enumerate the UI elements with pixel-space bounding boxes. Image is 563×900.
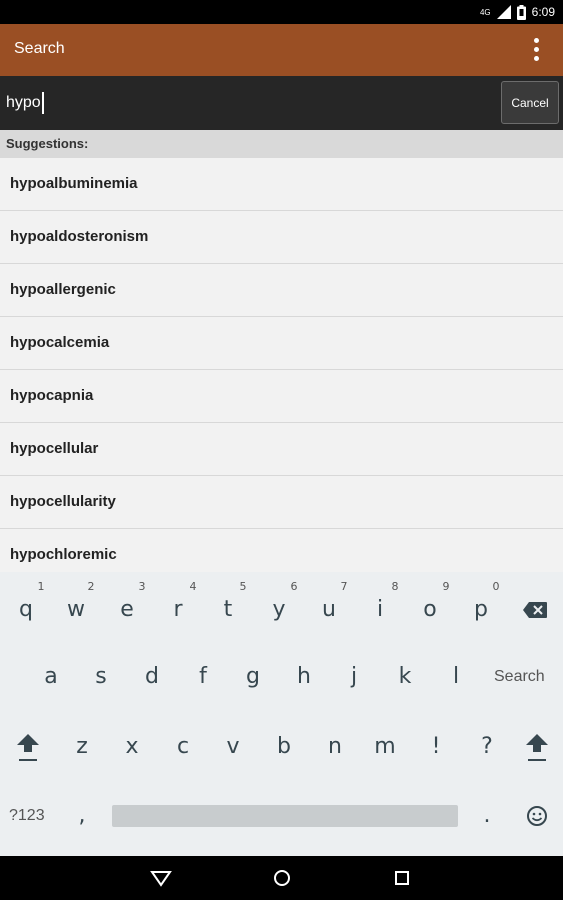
key-hint: 7 (340, 580, 348, 593)
symbols-key[interactable]: ?123 (9, 807, 45, 825)
key-hint: 2 (87, 580, 95, 593)
home-icon[interactable] (270, 866, 294, 890)
text-caret (41, 92, 44, 114)
shift-right-icon[interactable] (517, 718, 557, 776)
key-period[interactable]: . (467, 787, 507, 845)
emoji-icon[interactable] (517, 787, 557, 845)
key-hint: 5 (239, 580, 247, 593)
network-type: 4G (479, 7, 491, 17)
suggestion-item[interactable]: hypoalbuminemia (0, 158, 563, 211)
key-x[interactable]: x (112, 718, 152, 776)
key-f[interactable]: f (183, 648, 223, 706)
navigation-bar (0, 856, 563, 900)
search-action-key[interactable]: Search (494, 668, 545, 686)
page-title: Search (14, 40, 65, 57)
suggestion-item[interactable]: hypocalcemia (0, 317, 563, 370)
key-question[interactable]: ? (467, 718, 507, 776)
key-b[interactable]: b (264, 718, 304, 776)
key-hint: 6 (290, 580, 298, 593)
status-bar: 4G 6:09 (0, 0, 563, 24)
key-d[interactable]: d (132, 648, 172, 706)
key-s[interactable]: s (81, 648, 121, 706)
search-input[interactable]: hypo (6, 89, 486, 117)
key-m[interactable]: m (365, 718, 405, 776)
spacebar[interactable] (112, 805, 458, 827)
soft-keyboard: q w e r t y u i o p 1 2 3 4 5 6 7 8 9 0 … (0, 572, 563, 856)
key-v[interactable]: v (213, 718, 253, 776)
signal-icon (496, 5, 511, 19)
key-j[interactable]: j (334, 648, 374, 706)
key-comma[interactable]: , (62, 787, 102, 845)
suggestions-list: hypoalbuminemia hypoaldosteronism hypoal… (0, 158, 563, 572)
key-n[interactable]: n (315, 718, 355, 776)
battery-icon (516, 4, 526, 20)
status-icons: 4G 6:09 (480, 3, 555, 21)
key-hint: 0 (492, 580, 500, 593)
clock: 6:09 (531, 5, 555, 19)
search-input-value: hypo (6, 94, 41, 111)
key-exclamation[interactable]: ! (416, 718, 456, 776)
key-hint: 4 (189, 580, 197, 593)
key-h[interactable]: h (284, 648, 324, 706)
suggestion-item[interactable]: hypocellularity (0, 476, 563, 529)
suggestion-item[interactable]: hypocellular (0, 423, 563, 476)
key-a[interactable]: a (31, 648, 71, 706)
suggestion-item[interactable]: hypocapnia (0, 370, 563, 423)
key-g[interactable]: g (233, 648, 273, 706)
app-bar: Search (0, 24, 563, 76)
key-z[interactable]: z (62, 718, 102, 776)
key-hint: 3 (138, 580, 146, 593)
suggestion-item[interactable]: hypoallergenic (0, 264, 563, 317)
shift-left-icon[interactable] (8, 718, 48, 776)
key-hint: 8 (391, 580, 399, 593)
key-hint: 9 (442, 580, 450, 593)
overflow-menu-icon[interactable] (529, 36, 543, 64)
key-l[interactable]: l (436, 648, 476, 706)
back-icon[interactable] (149, 866, 173, 890)
suggestion-item[interactable]: hypoaldosteronism (0, 211, 563, 264)
key-hint: 1 (37, 580, 45, 593)
key-k[interactable]: k (385, 648, 425, 706)
key-c[interactable]: c (163, 718, 203, 776)
suggestions-header: Suggestions: (0, 130, 563, 158)
search-bar: hypo Cancel (0, 76, 563, 130)
recents-icon[interactable] (390, 866, 414, 890)
suggestion-item[interactable]: hypochloremic (0, 529, 563, 572)
backspace-icon[interactable] (515, 581, 555, 639)
cancel-button[interactable]: Cancel (501, 81, 559, 124)
